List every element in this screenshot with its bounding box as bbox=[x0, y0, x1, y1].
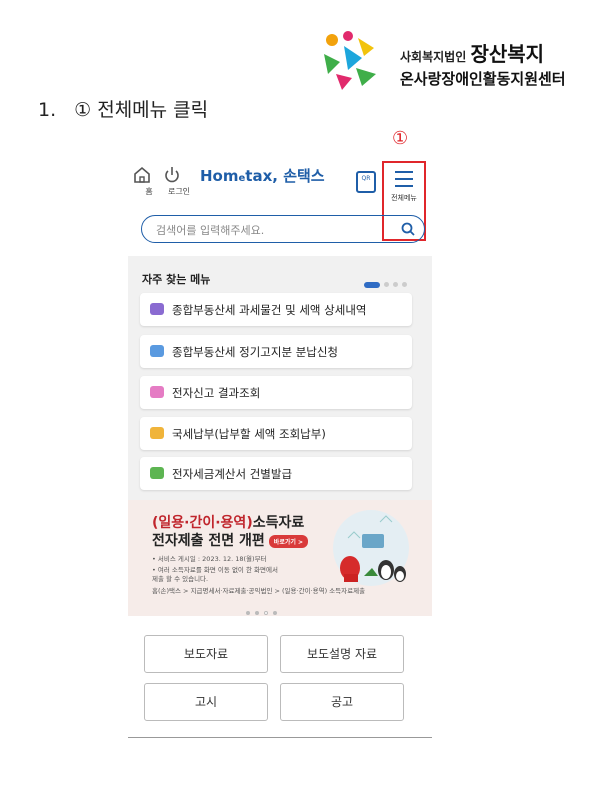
hamburger-icon bbox=[395, 171, 413, 192]
favorite-item[interactable]: 국세납부(납부할 세액 조회납부) bbox=[140, 417, 412, 450]
step-number: 1. bbox=[38, 99, 57, 121]
favorite-item[interactable]: 전자세금계산서 건별발급 bbox=[140, 457, 412, 490]
login-button[interactable]: 로그인 bbox=[162, 165, 196, 197]
winter-illustration-icon bbox=[333, 510, 409, 586]
home-icon bbox=[134, 166, 150, 183]
instruction-step: 1. ① 전체메뉴 클릭 bbox=[38, 95, 208, 122]
search-input[interactable]: 검색어를 입력해주세요. bbox=[156, 222, 264, 238]
favorites-title: 자주 찾는 메뉴 bbox=[142, 273, 211, 286]
search-bar[interactable]: 검색어를 입력해주세요. bbox=[141, 215, 425, 243]
mobile-screen: 홈 로그인 Hometax, 손택스 QR 전체메뉴 검색어를 입력해주세요. … bbox=[128, 153, 432, 738]
favorite-item-label: 전자세금계산서 건별발급 bbox=[172, 467, 293, 481]
announcement-button[interactable]: 공고 bbox=[280, 683, 404, 721]
full-menu-label: 전체메뉴 bbox=[391, 194, 417, 202]
org-name: 장산복지 bbox=[470, 42, 545, 66]
app-header: 홈 로그인 Hometax, 손택스 QR 전체메뉴 bbox=[128, 153, 432, 241]
favorite-item-label: 국세납부(납부할 세액 조회납부) bbox=[172, 427, 326, 441]
chat-icon bbox=[150, 427, 164, 439]
chat-icon bbox=[150, 386, 164, 398]
home-label: 홈 bbox=[145, 187, 153, 196]
favorite-item-label: 종합부동산세 과세물건 및 세액 상세내역 bbox=[172, 303, 367, 317]
notice-button[interactable]: 고시 bbox=[144, 683, 268, 721]
org-subtitle: 사회복지법인 bbox=[400, 50, 467, 64]
favorite-item-label: 종합부동산세 정기고지분 분납신청 bbox=[172, 345, 339, 359]
org-center-name: 온사랑장애인활동지원센터 bbox=[400, 70, 566, 88]
qr-button[interactable]: QR bbox=[356, 171, 376, 193]
step-text: ① 전체메뉴 클릭 bbox=[74, 99, 209, 121]
search-icon[interactable] bbox=[400, 221, 416, 237]
pager-dots bbox=[364, 274, 407, 288]
banner-subtitle: 전자제출 전면 개편 바로가기 > bbox=[152, 530, 308, 550]
home-button[interactable]: 홈 bbox=[132, 165, 166, 197]
chat-icon bbox=[150, 467, 164, 479]
banner-note: 제출 할 수 있습니다. bbox=[152, 575, 209, 583]
qr-icon: QR bbox=[361, 175, 371, 182]
banner-shortcut-button[interactable]: 바로가기 > bbox=[268, 534, 308, 548]
banner-date: • 서비스 게시일 : 2023. 12. 18(월)부터 bbox=[152, 555, 267, 563]
press-explanation-button[interactable]: 보도설명 자료 bbox=[280, 635, 404, 673]
callout-marker: ① bbox=[392, 128, 409, 149]
login-label: 로그인 bbox=[167, 187, 191, 196]
chat-icon bbox=[150, 303, 164, 315]
favorite-item[interactable]: 전자신고 결과조회 bbox=[140, 376, 412, 409]
press-release-button[interactable]: 보도자료 bbox=[144, 635, 268, 673]
banner-pager-dots bbox=[246, 600, 282, 619]
org-logo: 사회복지법인 장산복지 온사랑장애인활동지원센터 bbox=[318, 28, 580, 96]
banner-title: (일용·간이·용역)소득자료 bbox=[152, 515, 305, 531]
promo-banner[interactable]: (일용·간이·용역)소득자료 전자제출 전면 개편 바로가기 > • 서비스 게시… bbox=[128, 500, 432, 616]
hometax-logo[interactable]: Hometax, 손택스 bbox=[200, 165, 325, 186]
org-logo-mark-icon bbox=[324, 31, 376, 90]
chat-icon bbox=[150, 345, 164, 357]
favorite-item[interactable]: 종합부동산세 과세물건 및 세액 상세내역 bbox=[140, 293, 412, 326]
favorite-item-label: 전자신고 결과조회 bbox=[172, 386, 261, 400]
favorite-item[interactable]: 종합부동산세 정기고지분 분납신청 bbox=[140, 335, 412, 368]
power-icon bbox=[165, 167, 179, 183]
